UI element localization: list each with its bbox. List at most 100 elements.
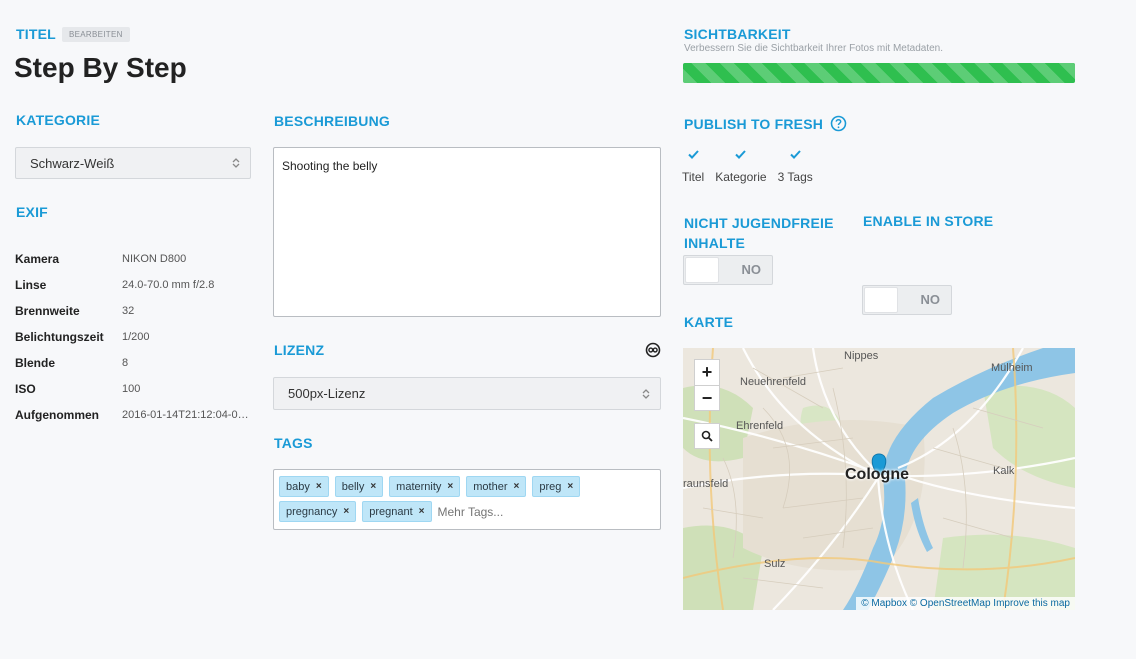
toggle-knob — [864, 287, 898, 313]
map-label-muelheim: Mülheim — [991, 362, 1033, 374]
tag-label: pregnancy — [286, 505, 338, 518]
exif-label: ISO — [15, 382, 36, 396]
description-textarea[interactable]: Shooting the belly — [273, 147, 661, 317]
category-section-label: KATEGORIE — [16, 112, 100, 128]
exif-label: Kamera — [15, 252, 60, 266]
improve-map-link[interactable]: Improve this map — [993, 598, 1070, 609]
exif-value: 32 — [122, 305, 135, 317]
adult-content-toggle[interactable]: NO — [683, 255, 773, 285]
checkmark-icon — [789, 150, 801, 159]
tag-label: belly — [341, 480, 365, 493]
select-arrows-icon — [642, 388, 650, 399]
tag-remove-icon[interactable]: × — [316, 481, 322, 492]
tag-label: baby — [286, 480, 310, 493]
exif-value: 24.0-70.0 mm f/2.8 — [122, 279, 215, 291]
exif-row: Aufgenommen 2016-01-14T21:12:04-0… — [15, 402, 255, 428]
tag-chip[interactable]: maternity × — [389, 476, 461, 497]
exif-row: Kamera NIKON D800 — [15, 246, 255, 272]
tags-input[interactable] — [437, 501, 578, 522]
exif-row: ISO 100 — [15, 376, 255, 402]
tag-remove-icon[interactable]: × — [419, 506, 425, 517]
tag-chip[interactable]: preg × — [532, 476, 581, 497]
publish-check-label: 3 Tags — [777, 170, 813, 184]
map[interactable]: Nippes Neuehrenfeld Mülheim Ehrenfeld Ka… — [683, 348, 1075, 610]
exif-row: Belichtungszeit 1/200 — [15, 324, 255, 350]
tag-chip[interactable]: mother × — [466, 476, 527, 497]
map-label-nippes: Nippes — [844, 350, 879, 362]
map-label-kalk: Kalk — [993, 465, 1015, 477]
exif-row: Brennweite 32 — [15, 298, 255, 324]
exif-section-label: EXIF — [16, 204, 48, 220]
exif-value: 100 — [122, 383, 141, 395]
tag-label: maternity — [396, 480, 442, 493]
tag-chip[interactable]: pregnant × — [362, 501, 432, 522]
visibility-subtitle: Verbessern Sie die Sichtbarkeit Ihrer Fo… — [684, 43, 944, 54]
license-selected-value: 500px-Lizenz — [288, 386, 366, 401]
exif-table: Kamera NIKON D800 Linse 24.0-70.0 mm f/2.8 B… — [15, 246, 255, 428]
tags-field[interactable]: baby × belly × maternity × mother × preg × pregnan… — [273, 469, 661, 530]
mapbox-attribution-link[interactable]: © Mapbox — [861, 598, 907, 609]
toggle-knob — [685, 257, 719, 283]
osm-attribution-link[interactable]: © OpenStreetMap — [910, 598, 991, 609]
publish-check-item: Titel — [682, 150, 704, 184]
search-icon — [701, 430, 713, 442]
tag-chip[interactable]: belly × — [334, 476, 384, 497]
exif-row: Linse 24.0-70.0 mm f/2.8 — [15, 272, 255, 298]
tag-chip[interactable]: baby × — [279, 476, 329, 497]
map-label-ehrenfeld: Ehrenfeld — [736, 420, 784, 432]
checkmark-icon — [735, 150, 747, 159]
adult-section-label: NICHT JUGENDFREIE INHALTE — [684, 213, 834, 253]
map-attribution: © Mapbox © OpenStreetMap Improve this ma… — [856, 597, 1075, 610]
exif-value: 8 — [122, 357, 129, 369]
tag-remove-icon[interactable]: × — [370, 481, 376, 492]
exif-row: Blende 8 — [15, 350, 255, 376]
edit-title-button[interactable]: BEARBEITEN — [62, 27, 130, 42]
publish-check-label: Titel — [682, 170, 705, 184]
map-label-braunsfeld: raunsfeld — [683, 478, 729, 490]
category-select[interactable]: Schwarz-Weiß — [15, 147, 251, 179]
tag-chip[interactable]: pregnancy × — [279, 501, 357, 522]
publish-check-item: Kategorie — [715, 150, 767, 184]
store-section-label: ENABLE IN STORE — [863, 213, 994, 229]
exif-label: Brennweite — [15, 304, 80, 318]
map-section-label: KARTE — [684, 314, 734, 330]
tag-remove-icon[interactable]: × — [514, 481, 520, 492]
toggle-state-label: NO — [920, 292, 941, 307]
exif-value: NIKON D800 — [122, 253, 187, 265]
exif-label: Blende — [15, 356, 56, 370]
visibility-section-label: SICHTBARKEIT — [684, 26, 791, 42]
visibility-progress-fill — [683, 63, 1075, 83]
exif-label: Aufgenommen — [15, 408, 99, 422]
tag-label: pregnant — [369, 505, 413, 518]
enable-store-toggle[interactable]: NO — [862, 285, 952, 315]
select-arrows-icon — [232, 158, 240, 168]
photo-title: Step By Step — [14, 52, 187, 83]
creative-commons-icon[interactable] — [645, 342, 661, 358]
publish-checklist: Titel Kategorie 3 Tags — [682, 150, 813, 184]
tags-section-label: TAGS — [274, 435, 313, 451]
help-circle-icon[interactable] — [830, 115, 847, 132]
exif-label: Belichtungszeit — [15, 330, 104, 344]
category-selected-value: Schwarz-Weiß — [30, 155, 115, 171]
description-section-label: BESCHREIBUNG — [274, 113, 390, 129]
map-zoom-in-button[interactable]: + — [694, 359, 720, 385]
map-search-button[interactable] — [694, 423, 720, 449]
tag-remove-icon[interactable]: × — [343, 506, 349, 517]
tag-remove-icon[interactable]: × — [447, 481, 453, 492]
exif-value: 1/200 — [122, 331, 150, 343]
adult-label-line-2: INHALTE — [684, 235, 746, 251]
tag-label: preg — [539, 480, 562, 493]
visibility-progress-track — [683, 63, 1075, 83]
publish-check-item: 3 Tags — [778, 150, 813, 184]
title-section-label: TITEL — [16, 26, 56, 42]
map-label-cologne: Cologne — [845, 466, 909, 483]
license-section-label: LIZENZ — [274, 342, 325, 358]
exif-value: 2016-01-14T21:12:04-0… — [122, 409, 249, 421]
tag-remove-icon[interactable]: × — [567, 481, 573, 492]
toggle-state-label: NO — [741, 262, 762, 277]
map-zoom-out-button[interactable]: − — [694, 385, 720, 411]
publish-section-label: PUBLISH TO FRESH — [684, 116, 824, 132]
map-label-neuehrenfeld: Neuehrenfeld — [740, 376, 807, 388]
license-select[interactable]: 500px-Lizenz — [273, 377, 661, 410]
adult-label-line-1: NICHT JUGENDFREIE — [684, 215, 834, 231]
